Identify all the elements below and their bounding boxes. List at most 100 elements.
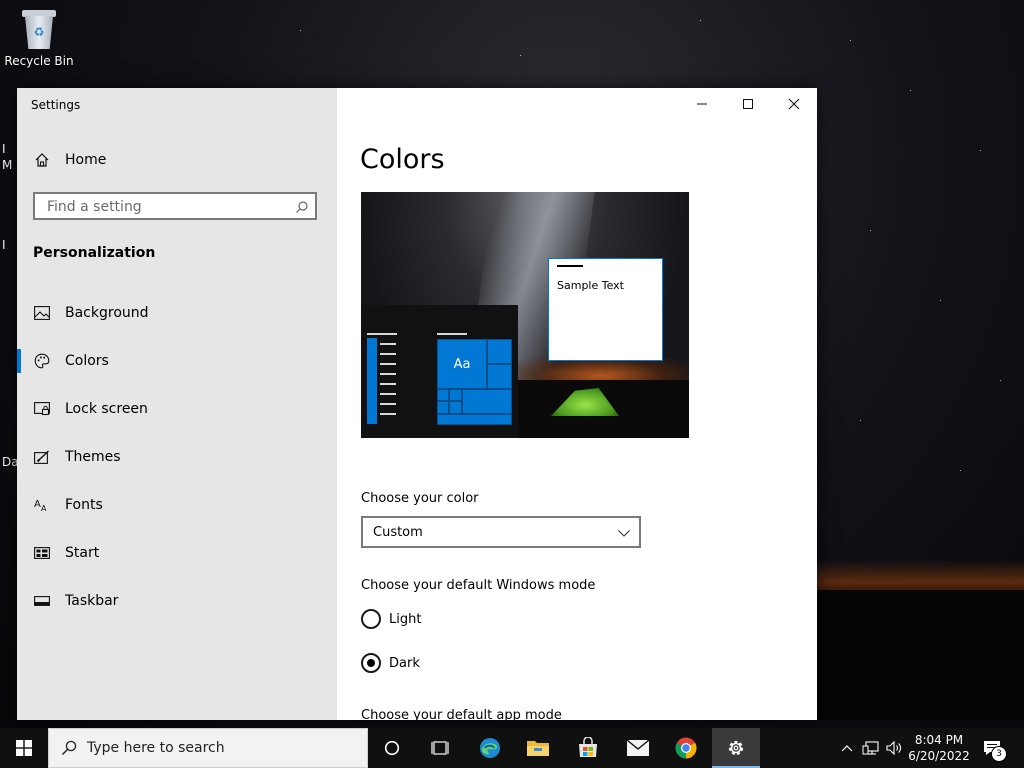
desktop-icon-fragment: I bbox=[2, 238, 6, 252]
taskbar-clock[interactable]: 8:04 PM 6/20/2022 bbox=[906, 732, 972, 764]
file-explorer-button[interactable] bbox=[514, 728, 562, 768]
minimize-icon bbox=[697, 103, 707, 105]
preview-line bbox=[380, 413, 396, 415]
choose-color-dropdown[interactable]: Custom bbox=[361, 516, 641, 548]
fonts-icon: AA bbox=[33, 496, 51, 514]
sidebar-item-label: Start bbox=[65, 545, 100, 561]
task-view-button[interactable] bbox=[416, 728, 464, 768]
windows-mode-label: Choose your default Windows mode bbox=[361, 578, 596, 593]
chrome-button[interactable] bbox=[662, 728, 710, 768]
preview-tile bbox=[487, 339, 512, 364]
star bbox=[870, 230, 871, 231]
star bbox=[940, 300, 941, 301]
cortana-button[interactable] bbox=[368, 728, 416, 768]
settings-taskbar-button[interactable] bbox=[712, 728, 760, 768]
preview-tile bbox=[487, 364, 512, 389]
sidebar-item-label: Lock screen bbox=[65, 401, 148, 417]
maximize-icon bbox=[743, 99, 753, 109]
edge-button[interactable] bbox=[466, 728, 514, 768]
sidebar-item-home[interactable]: Home bbox=[17, 140, 337, 180]
clock-date: 6/20/2022 bbox=[908, 749, 970, 763]
start-button[interactable] bbox=[0, 728, 48, 768]
preview-line bbox=[367, 333, 397, 335]
close-icon bbox=[788, 98, 800, 110]
star bbox=[860, 420, 861, 421]
close-button[interactable] bbox=[771, 88, 817, 120]
settings-icon bbox=[728, 740, 744, 756]
settings-search-box bbox=[33, 192, 317, 220]
sidebar-item-background[interactable]: Background bbox=[17, 293, 337, 333]
star bbox=[700, 20, 701, 21]
preview-tiles: Aa bbox=[437, 339, 512, 425]
preview-line bbox=[437, 333, 467, 335]
app-mode-label: Choose your default app mode bbox=[361, 708, 562, 720]
search-icon bbox=[61, 740, 77, 756]
network-button[interactable] bbox=[860, 728, 882, 768]
minimize-button[interactable] bbox=[679, 88, 725, 120]
preview-window-bar bbox=[557, 265, 583, 267]
chrome-icon bbox=[675, 737, 697, 759]
preview-line bbox=[380, 343, 396, 345]
sidebar-item-themes[interactable]: Themes bbox=[17, 437, 337, 477]
radio-button[interactable] bbox=[361, 609, 381, 629]
show-hidden-icons-button[interactable] bbox=[838, 728, 856, 768]
preview-tile bbox=[437, 401, 449, 414]
star bbox=[850, 40, 851, 41]
file-explorer-icon bbox=[527, 741, 549, 756]
home-icon bbox=[33, 151, 51, 169]
preview-sample-text: Sample Text bbox=[557, 279, 624, 292]
palette-icon bbox=[33, 352, 51, 370]
notification-count-badge: 3 bbox=[991, 746, 1007, 762]
sidebar-item-taskbar[interactable]: Taskbar bbox=[17, 581, 337, 621]
sidebar-item-label: Home bbox=[65, 152, 107, 168]
settings-window: Settings Home Personalization Background bbox=[17, 88, 817, 720]
radio-label: Dark bbox=[389, 655, 420, 671]
sidebar-item-start[interactable]: Start bbox=[17, 533, 337, 573]
mail-button[interactable] bbox=[614, 728, 662, 768]
search-icon[interactable] bbox=[295, 199, 309, 218]
theme-preview: Aa Sample Text bbox=[361, 192, 689, 438]
preview-tile-aa: Aa bbox=[437, 339, 487, 389]
taskbar-search-box[interactable]: Type here to search bbox=[48, 728, 368, 768]
store-button[interactable] bbox=[564, 728, 612, 768]
desktop-icon-recycle-bin[interactable]: ♻ Recycle Bin bbox=[4, 8, 74, 68]
radio-option-light[interactable]: Light bbox=[361, 607, 421, 631]
sidebar-item-label: Colors bbox=[65, 353, 109, 369]
ground-silhouette bbox=[800, 590, 1024, 720]
cortana-icon bbox=[384, 740, 400, 756]
taskbar-icon bbox=[33, 592, 51, 610]
taskbar: Type here to search 8:04 PM 6/20/2022 bbox=[0, 728, 1024, 768]
sidebar-item-label: Themes bbox=[65, 449, 121, 465]
sidebar-item-lock-screen[interactable]: Lock screen bbox=[17, 389, 337, 429]
section-title: Personalization bbox=[33, 245, 156, 261]
choose-color-label: Choose your color bbox=[361, 491, 479, 506]
windows-logo-icon bbox=[16, 740, 32, 756]
store-icon bbox=[579, 737, 597, 757]
star bbox=[980, 150, 981, 151]
edge-icon bbox=[480, 738, 500, 758]
taskbar-search-placeholder: Type here to search bbox=[87, 740, 225, 756]
volume-button[interactable] bbox=[884, 728, 904, 768]
svg-text:A: A bbox=[34, 499, 41, 510]
window-title: Settings bbox=[31, 98, 81, 112]
preview-tile bbox=[449, 401, 462, 414]
image-icon bbox=[33, 304, 51, 322]
preview-tile bbox=[437, 414, 512, 425]
task-view-icon bbox=[431, 741, 449, 755]
volume-icon bbox=[886, 740, 901, 756]
maximize-button[interactable] bbox=[725, 88, 771, 120]
preview-start-menu: Aa bbox=[361, 305, 518, 438]
chevron-up-icon bbox=[841, 745, 853, 752]
themes-icon bbox=[33, 448, 51, 466]
preview-tile bbox=[437, 389, 449, 401]
desktop-icon-fragment: I bbox=[2, 142, 6, 156]
sidebar-item-fonts[interactable]: AA Fonts bbox=[17, 485, 337, 525]
radio-button[interactable] bbox=[361, 653, 381, 673]
settings-search-input[interactable] bbox=[45, 194, 289, 220]
content-pane: Colors Aa Sample Text Choose your color … bbox=[337, 88, 817, 720]
radio-option-dark[interactable]: Dark bbox=[361, 651, 420, 675]
clock-time: 8:04 PM bbox=[914, 733, 964, 747]
preview-line bbox=[380, 363, 396, 365]
star bbox=[300, 30, 301, 31]
sidebar-item-colors[interactable]: Colors bbox=[17, 341, 337, 381]
